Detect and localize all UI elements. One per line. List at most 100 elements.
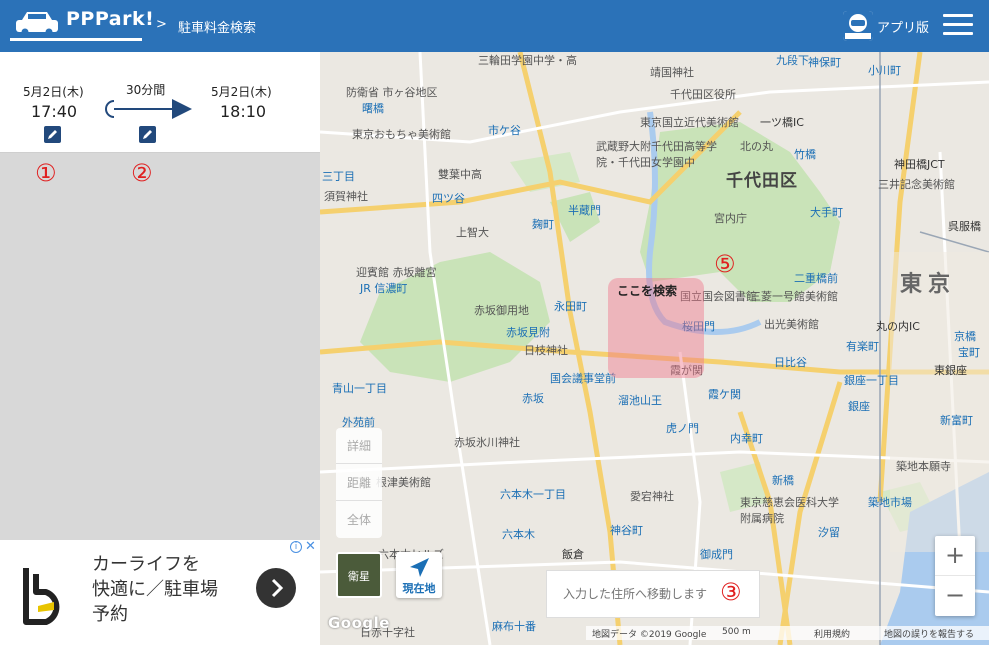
map-label: 溜池山王 — [618, 394, 662, 407]
map-label: 銀座 — [848, 400, 870, 413]
map-label: 根津美術館 — [376, 476, 431, 489]
pppark-logo[interactable]: PPPark! — [10, 4, 154, 42]
map-label: 神田橋JCT — [894, 158, 945, 171]
map-label: 東京おもちゃ美術館 — [352, 128, 451, 141]
map-label: 新橋 — [772, 474, 794, 487]
map-label: 東京 — [900, 272, 957, 297]
view-mode-buttons: 詳細 距離 全体 — [336, 428, 382, 538]
map-label: 銀座一丁目 — [844, 374, 899, 387]
map-label: 東銀座 — [934, 364, 967, 377]
map-label: 曙橋 — [362, 102, 384, 115]
ad-logo-icon — [23, 568, 60, 625]
map[interactable]: 三輪田学園中学・高 靖国神社 九段下 神保町 小川町 防衛省 市ヶ谷地区 曙橋 … — [320, 52, 989, 645]
app-header: PPPark! > 駐車料金検索 アプリ版 — [0, 0, 989, 52]
map-label: 赤坂御用地 — [474, 304, 529, 317]
satellite-label: 衛星 — [348, 570, 370, 583]
app-car-icon — [843, 11, 873, 41]
left-panel: 5月2日(木) 17:40 30分間 5月2日(木) 18:10 ① ② — [0, 52, 320, 540]
map-label: 北の丸 — [740, 140, 773, 153]
map-label: 国会議事堂前 — [550, 372, 616, 385]
map-label: 虎ノ門 — [666, 422, 699, 435]
pencil-icon — [143, 130, 152, 139]
map-label: 麹町 — [532, 218, 554, 231]
location-arrow-icon — [410, 558, 429, 577]
zoom-out-button[interactable]: − — [935, 576, 975, 616]
map-label: 汐留 — [818, 526, 840, 539]
breadcrumb: 駐車料金検索 — [178, 21, 257, 36]
end-time: 18:10 — [220, 102, 267, 121]
annotation-marker-5: ⑤ — [714, 250, 736, 278]
map-label: 飯倉 — [562, 548, 584, 561]
map-label: 赤坂氷川神社 — [454, 436, 520, 449]
map-footer: 地図データ ©2019 Google 500 m 利用規約 地図の誤りを報告する — [586, 626, 989, 640]
map-label: JR 信濃町 — [360, 282, 408, 295]
ad-chevron-right-icon[interactable] — [256, 568, 296, 608]
report-error-link[interactable]: 地図の誤りを報告する — [884, 627, 974, 640]
ad-line-1: カーライフを — [92, 554, 200, 575]
pencil-icon — [48, 130, 57, 139]
ad-close-icon[interactable]: ✕ — [305, 539, 316, 554]
map-label: 内幸町 — [730, 432, 763, 445]
satellite-toggle[interactable]: 衛星 — [336, 552, 382, 598]
map-label: 三菱一号館美術館 — [750, 290, 838, 303]
map-label: 日比谷 — [774, 356, 807, 369]
hamburger-menu-icon[interactable] — [943, 12, 975, 38]
app-icon[interactable] — [843, 11, 873, 41]
search-here-label[interactable]: ここを検索 — [617, 282, 677, 299]
breadcrumb-separator: > — [156, 17, 167, 32]
current-location-label: 現在地 — [402, 582, 436, 595]
duration-label: 30分間 — [126, 83, 166, 97]
app-version-link[interactable]: アプリ版 — [877, 17, 929, 36]
all-button[interactable]: 全体 — [336, 502, 382, 538]
map-label: 靖国神社 — [650, 66, 694, 79]
map-label: 上智大 — [456, 226, 489, 239]
ad-text: カーライフを 快適に／駐車場 予約 — [92, 552, 218, 627]
duration-arrow-icon — [105, 99, 192, 119]
terms-link[interactable]: 利用規約 — [814, 627, 850, 640]
map-label: 赤坂 — [522, 392, 544, 405]
start-date: 5月2日(木) — [23, 85, 84, 99]
map-label: 三輪田学園中学・高 — [478, 54, 577, 67]
map-label: 雙葉中高 — [438, 168, 482, 181]
map-label: 赤坂見附 — [506, 326, 550, 339]
map-label: 防衛省 市ヶ谷地区 — [346, 86, 438, 99]
distance-button[interactable]: 距離 — [336, 465, 382, 501]
map-label: 六本木一丁目 — [500, 488, 566, 501]
map-label: 神谷町 — [610, 524, 643, 537]
map-label: 東京国立近代美術館 — [640, 116, 739, 129]
ad-line-3: 予約 — [92, 604, 128, 625]
map-label: 四ツ谷 — [432, 192, 465, 205]
map-label: 三井記念美術館 — [878, 178, 955, 191]
map-label: 一ツ橋IC — [760, 116, 804, 129]
map-label: 出光美術館 — [764, 318, 819, 331]
current-location-button[interactable]: 現在地 — [396, 552, 442, 598]
zoom-in-button[interactable]: + — [935, 536, 975, 576]
map-label: 新富町 — [940, 414, 973, 427]
annotation-marker-1: ① — [35, 159, 57, 187]
map-label: 宮内庁 — [714, 212, 747, 225]
map-data-credit: 地図データ ©2019 Google — [592, 630, 707, 640]
map-label: 築地市場 — [868, 496, 912, 509]
zoom-controls: + − — [935, 536, 975, 616]
start-time: 17:40 — [31, 102, 78, 121]
map-label: 小川町 — [868, 64, 901, 77]
annotation-marker-3: ③ — [720, 578, 742, 606]
ad-banner[interactable]: カーライフを 快適に／駐車場 予約 i ✕ — [0, 539, 320, 645]
map-label: 丸の内IC — [876, 320, 920, 333]
map-label: 麻布十番 — [492, 620, 536, 633]
annotation-marker-2: ② — [131, 159, 153, 187]
map-label: 有楽町 — [846, 340, 879, 353]
map-label: 市ケ谷 — [488, 124, 521, 137]
ad-info-icon[interactable]: i — [290, 541, 302, 553]
map-label: 大手町 — [810, 206, 843, 219]
edit-duration-button[interactable] — [139, 126, 156, 143]
map-label: 千代田区役所 — [670, 88, 736, 101]
map-label: 宝町 — [958, 346, 980, 359]
map-label: 竹橋 — [794, 148, 816, 161]
map-label: 千代田区 — [726, 171, 798, 191]
edit-start-button[interactable] — [44, 126, 61, 143]
logo-underline — [10, 38, 142, 41]
end-date: 5月2日(木) — [211, 85, 272, 99]
detail-button[interactable]: 詳細 — [336, 428, 382, 464]
map-label: 半蔵門 — [568, 204, 601, 217]
